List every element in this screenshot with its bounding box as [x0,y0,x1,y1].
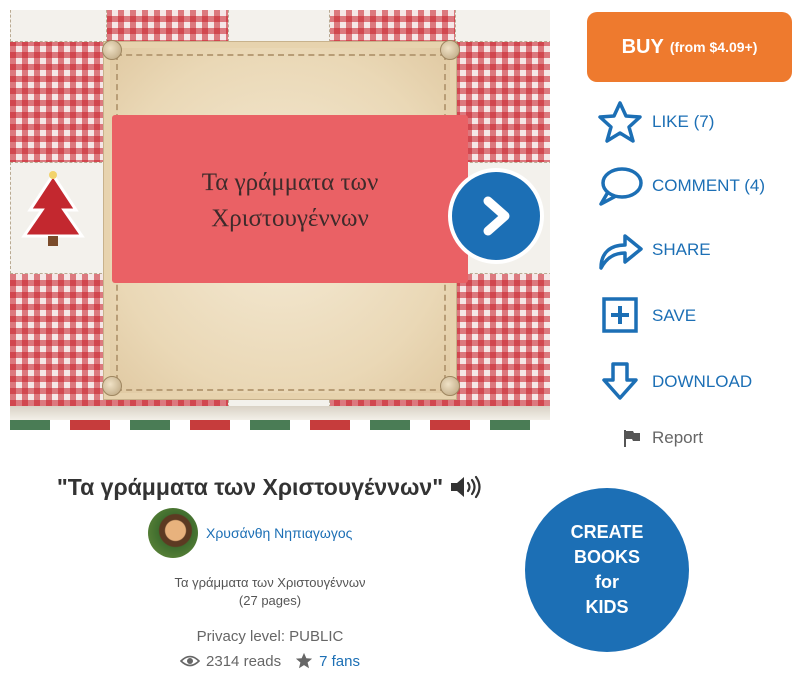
cover-button-dot [102,40,122,60]
christmas-tree-icon [21,171,85,246]
share-button[interactable]: SHARE [594,228,711,272]
share-label: SHARE [652,240,711,259]
author-name[interactable]: Χρυσάνθη Νηπιαγωγος [206,525,352,541]
chevron-right-icon [483,196,510,236]
cover-title: Τα γράμματα των Χριστουγέννων [112,165,468,237]
fan-star-icon [295,652,313,669]
download-button[interactable]: DOWNLOAD [594,360,752,404]
avatar[interactable] [148,508,198,558]
cover-title-line1: Τα γράμματα των [201,169,379,196]
create-line3: for [595,572,619,592]
fans-link[interactable]: 7 fans [319,653,360,670]
buy-price: (from $4.09+) [669,39,758,55]
share-icon [594,228,646,272]
book-title: "Τα γράμματα των Χριστουγέννων" [30,470,510,504]
cover-button-dot [102,376,122,396]
save-plus-icon [594,294,646,338]
description-text: Τα γράμματα των Χριστουγέννων [174,575,366,590]
download-icon [594,360,646,404]
buy-button[interactable]: BUY (from $4.09+) [587,12,792,82]
cover-bottom-stripe [10,420,550,430]
book-stats: 2314 reads 7 fans [30,652,510,670]
next-page-button[interactable] [448,168,544,264]
comment-label: COMMENT (4) [652,176,766,195]
author-link[interactable]: Χρυσάνθη Νηπιαγωγος [148,508,352,558]
save-label: SAVE [652,306,697,325]
cover-tile [10,10,107,42]
save-button[interactable]: SAVE [594,294,696,338]
like-button[interactable]: LIKE (7) [594,100,714,144]
page-count: (27 pages) [238,593,302,608]
cover-title-line2: Χριστουγέννων [211,205,369,232]
cover-page-edge [10,406,550,420]
flag-icon [624,430,640,447]
privacy-level: Privacy level: PUBLIC [196,628,344,645]
cover-button-dot [440,376,460,396]
report-button[interactable]: Report [622,428,703,448]
like-label: LIKE (7) [652,112,715,131]
eye-icon [180,655,201,667]
reads-count: 2314 reads [206,652,282,670]
star-icon [594,100,646,144]
report-label: Report [652,428,704,447]
create-line1: CREATE [570,522,644,542]
download-label: DOWNLOAD [652,372,753,391]
cover-button-dot [440,40,460,60]
comment-button[interactable]: COMMENT (4) [594,164,765,208]
buy-label: BUY [621,35,664,58]
book-title-text: "Τα γράμματα των Χριστουγέννων" [56,473,444,500]
comment-icon [594,164,646,208]
create-books-button[interactable]: CREATE BOOKS for KIDS [525,488,689,652]
create-line4: KIDS [585,597,629,617]
speaker-icon[interactable] [449,474,483,500]
cover-tile [455,10,550,42]
book-description: Τα γράμματα των Χριστουγέννων (27 pages) [30,574,510,610]
cover-tile [228,10,330,42]
create-line2: BOOKS [573,547,640,567]
